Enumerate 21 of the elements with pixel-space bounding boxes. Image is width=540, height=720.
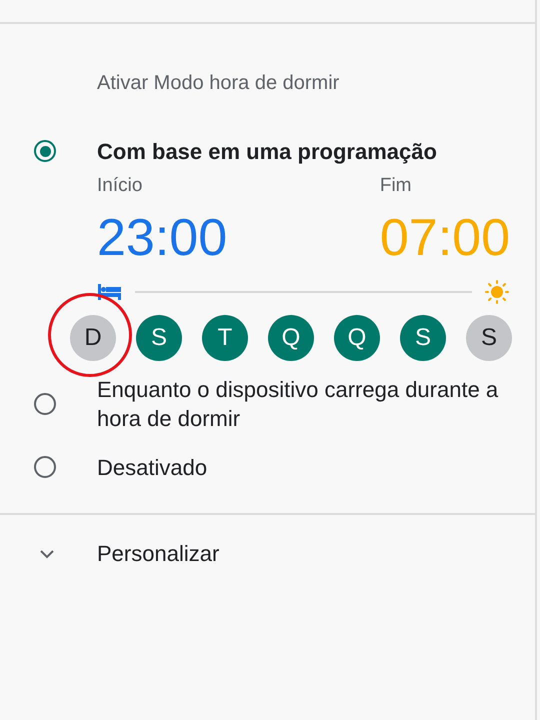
day-toggle[interactable]: Q xyxy=(268,315,314,361)
start-time[interactable]: 23:00 xyxy=(97,205,228,271)
option-label[interactable]: Desativado xyxy=(97,452,208,482)
section-title: Ativar Modo hora de dormir xyxy=(97,71,340,95)
day-toggle[interactable]: Q xyxy=(334,315,380,361)
customize-label[interactable]: Personalizar xyxy=(97,539,220,568)
day-toggle[interactable]: T xyxy=(202,315,248,361)
radio-button[interactable] xyxy=(34,456,56,478)
radio-button[interactable] xyxy=(34,393,56,415)
radio-button[interactable] xyxy=(34,140,56,162)
end-label: Fim xyxy=(380,175,413,197)
day-toggle[interactable]: S xyxy=(400,315,446,361)
sun-icon xyxy=(484,279,510,305)
day-toggle[interactable]: S xyxy=(466,315,512,361)
day-toggle[interactable]: D xyxy=(70,315,116,361)
bed-icon xyxy=(97,283,123,301)
chevron-icon[interactable] xyxy=(39,548,55,558)
day-toggle[interactable]: S xyxy=(136,315,182,361)
option-label[interactable]: Com base em uma programação xyxy=(97,136,437,166)
option-label[interactable]: Enquanto o dispositivo carrega durante a hora de dormir xyxy=(97,375,535,433)
start-label: Início xyxy=(97,175,144,197)
